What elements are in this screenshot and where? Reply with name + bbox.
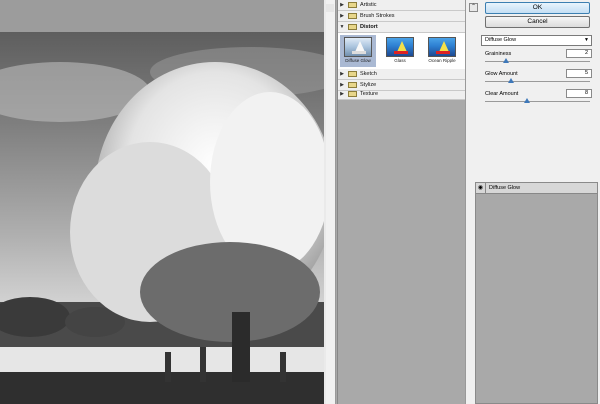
splitter[interactable]: [326, 0, 336, 404]
clear-amount-slider[interactable]: [485, 98, 590, 103]
filter-gallery-window: ▶ Artistic ▶ Brush Strokes ▼ Distort Dif…: [0, 0, 600, 404]
category-label: Brush Strokes: [360, 13, 395, 19]
clear-amount-input[interactable]: 8: [566, 89, 592, 98]
thumbnail-label: Diffuse Glow: [345, 58, 371, 63]
glow-amount-slider[interactable]: [485, 78, 590, 83]
folder-icon: [348, 2, 357, 8]
category-sketch[interactable]: ▶ Sketch: [338, 69, 465, 80]
effect-layer-label: Diffuse Glow: [489, 185, 521, 191]
eye-icon[interactable]: ◉: [476, 182, 486, 194]
thumbnail-image: [386, 37, 414, 57]
category-label: Stylize: [360, 82, 377, 88]
folder-icon: [348, 91, 357, 97]
clear-amount-label: Clear Amount: [485, 91, 519, 97]
folder-icon: [348, 82, 357, 88]
preview-pane[interactable]: [0, 0, 326, 404]
collapse-preview-icon[interactable]: [326, 4, 334, 12]
expand-arrow-icon: ▶: [340, 82, 344, 88]
glow-amount-slider-thumb[interactable]: [508, 78, 515, 83]
filter-select[interactable]: Diffuse Glow ▼: [481, 35, 592, 46]
category-label: Distort: [360, 24, 378, 30]
thumbnail-diffuse-glow[interactable]: Diffuse Glow: [340, 35, 376, 67]
ok-button[interactable]: OK: [485, 2, 590, 14]
clear-amount-slider-thumb[interactable]: [524, 98, 530, 103]
glow-amount-input[interactable]: 5: [566, 69, 592, 78]
graininess-slider-thumb[interactable]: [503, 58, 509, 63]
thumbnail-ocean-ripple[interactable]: Ocean Ripple: [424, 35, 460, 67]
category-label: Artistic: [360, 2, 377, 8]
category-texture[interactable]: ▶ Texture: [338, 89, 465, 100]
graininess-slider[interactable]: [485, 58, 590, 63]
folder-icon: [348, 13, 357, 19]
category-brush-strokes[interactable]: ▶ Brush Strokes: [338, 11, 465, 22]
tree-image: [0, 47, 326, 404]
cancel-button[interactable]: Cancel: [485, 16, 590, 28]
preview-margin: [0, 0, 326, 32]
chevron-down-icon: ▼: [584, 37, 589, 43]
filter-category-list: ▶ Artistic ▶ Brush Strokes ▼ Distort Dif…: [338, 0, 465, 100]
settings-panel: ⌃ OK Cancel Diffuse Glow ▼ Graininess 2 …: [465, 0, 600, 404]
thumbnail-glass[interactable]: Glass: [382, 35, 418, 67]
glow-amount-label: Glow Amount: [485, 71, 518, 77]
effect-layers-list: ◉ Diffuse Glow: [475, 182, 598, 404]
collapse-icon[interactable]: ⌃: [469, 3, 478, 12]
category-artistic[interactable]: ▶ Artistic: [338, 0, 465, 11]
expand-arrow-icon: ▶: [340, 2, 344, 8]
thumbnail-label: Ocean Ripple: [428, 58, 456, 63]
filter-select-value: Diffuse Glow: [485, 37, 517, 43]
expand-arrow-icon: ▶: [340, 13, 344, 19]
distort-thumbnails: Diffuse Glow Glass Ocean Ripple: [338, 33, 465, 69]
graininess-input[interactable]: 2: [566, 49, 592, 58]
folder-icon: [348, 24, 357, 30]
thumbnail-image: [344, 37, 372, 57]
collapse-arrow-icon: ▼: [339, 24, 345, 30]
thumbnail-label: Glass: [394, 58, 406, 63]
expand-arrow-icon: ▶: [340, 71, 344, 77]
category-distort[interactable]: ▼ Distort: [338, 22, 465, 33]
thumbnail-image: [428, 37, 456, 57]
filter-browser: ▶ Artistic ▶ Brush Strokes ▼ Distort Dif…: [337, 0, 465, 404]
graininess-label: Graininess: [485, 51, 512, 57]
expand-arrow-icon: ▶: [340, 91, 344, 97]
category-label: Sketch: [360, 71, 377, 77]
category-label: Texture: [360, 91, 379, 97]
folder-icon: [348, 71, 357, 77]
effect-layer-row[interactable]: ◉ Diffuse Glow: [476, 182, 597, 194]
